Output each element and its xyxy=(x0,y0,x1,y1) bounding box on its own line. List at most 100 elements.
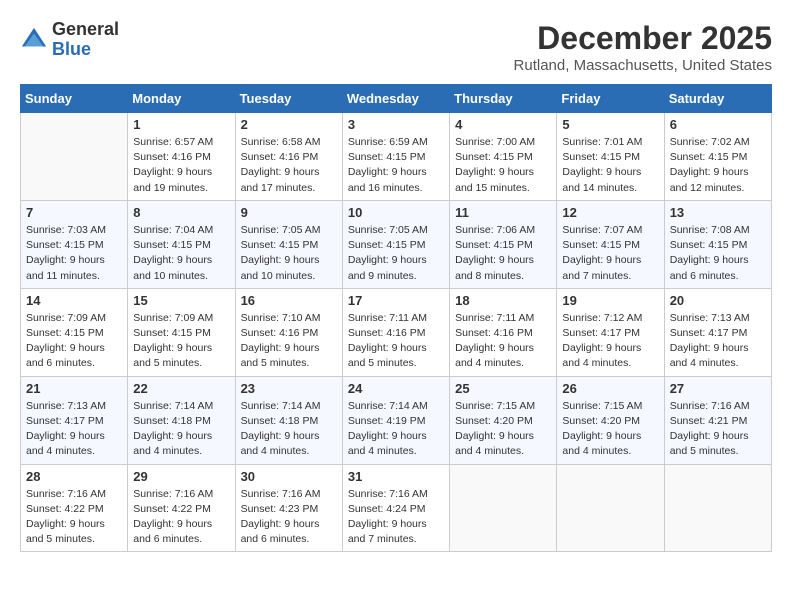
day-number: 15 xyxy=(133,293,229,308)
day-info: Sunrise: 6:59 AMSunset: 4:15 PMDaylight:… xyxy=(348,135,444,196)
calendar-cell xyxy=(664,464,771,552)
calendar-cell: 22 Sunrise: 7:14 AMSunset: 4:18 PMDayligh… xyxy=(128,376,235,464)
calendar-cell: 27 Sunrise: 7:16 AMSunset: 4:21 PMDayligh… xyxy=(664,376,771,464)
day-info: Sunrise: 6:57 AMSunset: 4:16 PMDaylight:… xyxy=(133,135,229,196)
day-info: Sunrise: 7:16 AMSunset: 4:21 PMDaylight:… xyxy=(670,399,766,460)
day-number: 16 xyxy=(241,293,337,308)
day-number: 12 xyxy=(562,205,658,220)
calendar-cell: 29 Sunrise: 7:16 AMSunset: 4:22 PMDayligh… xyxy=(128,464,235,552)
day-number: 2 xyxy=(241,117,337,132)
day-number: 9 xyxy=(241,205,337,220)
day-info: Sunrise: 7:04 AMSunset: 4:15 PMDaylight:… xyxy=(133,223,229,284)
day-number: 30 xyxy=(241,469,337,484)
weekday-header-saturday: Saturday xyxy=(664,85,771,113)
calendar-cell: 21 Sunrise: 7:13 AMSunset: 4:17 PMDayligh… xyxy=(21,376,128,464)
day-number: 21 xyxy=(26,381,122,396)
day-info: Sunrise: 7:13 AMSunset: 4:17 PMDaylight:… xyxy=(670,311,766,372)
day-number: 22 xyxy=(133,381,229,396)
day-info: Sunrise: 7:06 AMSunset: 4:15 PMDaylight:… xyxy=(455,223,551,284)
calendar-cell: 2 Sunrise: 6:58 AMSunset: 4:16 PMDaylight… xyxy=(235,113,342,201)
day-number: 10 xyxy=(348,205,444,220)
calendar-cell: 26Sunrise: 7:15 AMSunset: 4:20 PMDayligh… xyxy=(557,376,664,464)
calendar-cell: 28 Sunrise: 7:16 AMSunset: 4:22 PMDayligh… xyxy=(21,464,128,552)
weekday-header-wednesday: Wednesday xyxy=(342,85,449,113)
day-number: 6 xyxy=(670,117,766,132)
calendar-cell xyxy=(557,464,664,552)
logo-general-text: General xyxy=(52,20,119,40)
day-number: 1 xyxy=(133,117,229,132)
calendar-cell: 7Sunrise: 7:03 AMSunset: 4:15 PMDaylight… xyxy=(21,200,128,288)
calendar-cell: 10 Sunrise: 7:05 AMSunset: 4:15 PMDayligh… xyxy=(342,200,449,288)
week-row-4: 21 Sunrise: 7:13 AMSunset: 4:17 PMDayligh… xyxy=(21,376,772,464)
day-info: Sunrise: 7:16 AMSunset: 4:24 PMDaylight:… xyxy=(348,487,444,548)
day-info: Sunrise: 7:11 AMSunset: 4:16 PMDaylight:… xyxy=(348,311,444,372)
day-number: 14 xyxy=(26,293,122,308)
calendar-cell: 20 Sunrise: 7:13 AMSunset: 4:17 PMDayligh… xyxy=(664,288,771,376)
day-info: Sunrise: 7:16 AMSunset: 4:23 PMDaylight:… xyxy=(241,487,337,548)
day-number: 24 xyxy=(348,381,444,396)
day-info: Sunrise: 7:14 AMSunset: 4:19 PMDaylight:… xyxy=(348,399,444,460)
day-info: Sunrise: 7:08 AMSunset: 4:15 PMDaylight:… xyxy=(670,223,766,284)
day-info: Sunrise: 7:00 AMSunset: 4:15 PMDaylight:… xyxy=(455,135,551,196)
day-number: 4 xyxy=(455,117,551,132)
calendar-cell xyxy=(21,113,128,201)
day-number: 29 xyxy=(133,469,229,484)
day-number: 31 xyxy=(348,469,444,484)
day-number: 28 xyxy=(26,469,122,484)
week-row-1: 1 Sunrise: 6:57 AMSunset: 4:16 PMDaylight… xyxy=(21,113,772,201)
day-info: Sunrise: 7:09 AMSunset: 4:15 PMDaylight:… xyxy=(133,311,229,372)
month-year-title: December 2025 xyxy=(514,20,772,57)
calendar-cell: 12 Sunrise: 7:07 AMSunset: 4:15 PMDayligh… xyxy=(557,200,664,288)
day-info: Sunrise: 7:16 AMSunset: 4:22 PMDaylight:… xyxy=(133,487,229,548)
calendar-cell: 4 Sunrise: 7:00 AMSunset: 4:15 PMDaylight… xyxy=(450,113,557,201)
calendar-cell: 1 Sunrise: 6:57 AMSunset: 4:16 PMDaylight… xyxy=(128,113,235,201)
day-number: 18 xyxy=(455,293,551,308)
day-number: 20 xyxy=(670,293,766,308)
day-info: Sunrise: 7:02 AMSunset: 4:15 PMDaylight:… xyxy=(670,135,766,196)
calendar-cell: 30 Sunrise: 7:16 AMSunset: 4:23 PMDayligh… xyxy=(235,464,342,552)
day-info: Sunrise: 7:05 AMSunset: 4:15 PMDaylight:… xyxy=(348,223,444,284)
weekday-header-sunday: Sunday xyxy=(21,85,128,113)
calendar-cell: 15 Sunrise: 7:09 AMSunset: 4:15 PMDayligh… xyxy=(128,288,235,376)
day-info: Sunrise: 7:14 AMSunset: 4:18 PMDaylight:… xyxy=(133,399,229,460)
day-info: Sunrise: 7:03 AMSunset: 4:15 PMDaylight:… xyxy=(26,223,122,284)
day-info: Sunrise: 7:16 AMSunset: 4:22 PMDaylight:… xyxy=(26,487,122,548)
day-info: Sunrise: 7:09 AMSunset: 4:15 PMDaylight:… xyxy=(26,311,122,372)
day-number: 17 xyxy=(348,293,444,308)
calendar-cell: 3Sunrise: 6:59 AMSunset: 4:15 PMDaylight… xyxy=(342,113,449,201)
day-info: Sunrise: 7:13 AMSunset: 4:17 PMDaylight:… xyxy=(26,399,122,460)
calendar-cell: 6 Sunrise: 7:02 AMSunset: 4:15 PMDaylight… xyxy=(664,113,771,201)
day-number: 19 xyxy=(562,293,658,308)
calendar-table: SundayMondayTuesdayWednesdayThursdayFrid… xyxy=(20,84,772,552)
title-block: December 2025 Rutland, Massachusetts, Un… xyxy=(514,20,772,74)
day-number: 25 xyxy=(455,381,551,396)
weekday-header-row: SundayMondayTuesdayWednesdayThursdayFrid… xyxy=(21,85,772,113)
day-info: Sunrise: 7:10 AMSunset: 4:16 PMDaylight:… xyxy=(241,311,337,372)
calendar-cell: 24 Sunrise: 7:14 AMSunset: 4:19 PMDayligh… xyxy=(342,376,449,464)
calendar-cell: 14 Sunrise: 7:09 AMSunset: 4:15 PMDayligh… xyxy=(21,288,128,376)
calendar-cell: 19 Sunrise: 7:12 AMSunset: 4:17 PMDayligh… xyxy=(557,288,664,376)
calendar-cell: 13 Sunrise: 7:08 AMSunset: 4:15 PMDayligh… xyxy=(664,200,771,288)
day-info: Sunrise: 7:07 AMSunset: 4:15 PMDaylight:… xyxy=(562,223,658,284)
day-number: 13 xyxy=(670,205,766,220)
day-number: 11 xyxy=(455,205,551,220)
day-number: 26 xyxy=(562,381,658,396)
day-info: Sunrise: 7:11 AMSunset: 4:16 PMDaylight:… xyxy=(455,311,551,372)
day-number: 27 xyxy=(670,381,766,396)
location-subtitle: Rutland, Massachusetts, United States xyxy=(514,57,772,74)
calendar-cell: 11 Sunrise: 7:06 AMSunset: 4:15 PMDayligh… xyxy=(450,200,557,288)
calendar-cell: 25 Sunrise: 7:15 AMSunset: 4:20 PMDayligh… xyxy=(450,376,557,464)
day-number: 5 xyxy=(562,117,658,132)
calendar-cell: 23Sunrise: 7:14 AMSunset: 4:18 PMDayligh… xyxy=(235,376,342,464)
logo-blue-text: Blue xyxy=(52,40,119,60)
day-info: Sunrise: 7:15 AMSunset: 4:20 PMDaylight:… xyxy=(455,399,551,460)
weekday-header-thursday: Thursday xyxy=(450,85,557,113)
day-info: Sunrise: 6:58 AMSunset: 4:16 PMDaylight:… xyxy=(241,135,337,196)
calendar-cell: 16 Sunrise: 7:10 AMSunset: 4:16 PMDayligh… xyxy=(235,288,342,376)
calendar-cell xyxy=(450,464,557,552)
calendar-cell: 9Sunrise: 7:05 AMSunset: 4:15 PMDaylight… xyxy=(235,200,342,288)
day-number: 8 xyxy=(133,205,229,220)
calendar-cell: 31 Sunrise: 7:16 AMSunset: 4:24 PMDayligh… xyxy=(342,464,449,552)
day-info: Sunrise: 7:12 AMSunset: 4:17 PMDaylight:… xyxy=(562,311,658,372)
week-row-3: 14 Sunrise: 7:09 AMSunset: 4:15 PMDayligh… xyxy=(21,288,772,376)
